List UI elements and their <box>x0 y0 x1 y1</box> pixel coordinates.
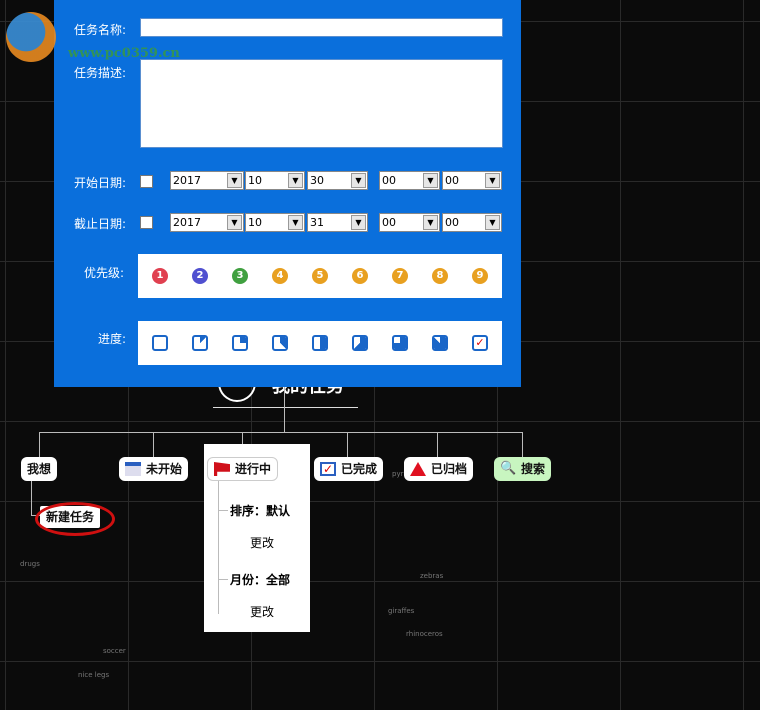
priority-option-2[interactable]: 2 <box>192 268 208 284</box>
start-year-select[interactable]: 2017 ▼ <box>170 171 244 190</box>
end-hour-select[interactable]: 00 ▼ <box>379 213 440 232</box>
end-minute-select[interactable]: 00 ▼ <box>442 213 502 232</box>
priority-option-7[interactable]: 7 <box>392 268 408 284</box>
month-label: 月份：全部 <box>230 573 291 587</box>
start-date-checkbox[interactable] <box>140 175 153 188</box>
progress-label: 进度: <box>98 332 127 346</box>
sort-change-link[interactable]: 更改 <box>250 534 274 551</box>
node-search[interactable]: 🔍 搜索 <box>494 457 552 481</box>
node-label: 我想 <box>27 462 52 476</box>
progress-option-6[interactable] <box>392 335 408 351</box>
calendar-icon <box>125 462 141 476</box>
node-label: 搜索 <box>521 462 546 476</box>
progress-option-4[interactable] <box>312 335 328 351</box>
priority-option-6[interactable]: 6 <box>352 268 368 284</box>
end-date-label: 截止日期: <box>74 217 127 231</box>
end-month-select[interactable]: 10 ▼ <box>245 213 305 232</box>
progress-option-7[interactable] <box>432 335 448 351</box>
chevron-down-icon: ▼ <box>423 215 438 230</box>
flag-icon <box>214 462 230 476</box>
map-label: nice legs <box>78 671 110 679</box>
select-value: 00 <box>382 216 396 229</box>
map-label: soccer <box>103 647 126 655</box>
watermark-text: www.pc0359.cn <box>68 46 180 61</box>
select-value: 30 <box>310 174 324 187</box>
node-in-progress[interactable]: 进行中 <box>207 457 279 481</box>
start-day-select[interactable]: 30 ▼ <box>307 171 368 190</box>
node-not-started[interactable]: 未开始 <box>119 457 189 481</box>
progress-picker: ✓ <box>138 321 502 365</box>
checkbox-checked-icon: ✓ <box>320 462 336 476</box>
chevron-down-icon: ▼ <box>227 215 242 230</box>
chevron-down-icon: ▼ <box>485 173 500 188</box>
node-wishlist[interactable]: 我想 <box>21 457 58 481</box>
map-label: rhinoceros <box>406 630 443 638</box>
node-archived[interactable]: 已归档 <box>404 457 474 481</box>
map-label: zebras <box>420 572 444 580</box>
priority-option-4[interactable]: 4 <box>272 268 288 284</box>
magnifier-icon: 🔍 <box>500 461 517 476</box>
select-value: 00 <box>445 216 459 229</box>
name-label: 任务名称: <box>74 23 127 37</box>
node-label: 进行中 <box>235 462 272 476</box>
priority-option-8[interactable]: 8 <box>432 268 448 284</box>
desc-label: 任务描述: <box>74 66 127 80</box>
end-date-checkbox[interactable] <box>140 216 153 229</box>
sort-label: 排序：默认 <box>230 504 291 518</box>
node-label: 已完成 <box>341 462 378 476</box>
map-label: drugs <box>20 560 40 568</box>
progress-option-8[interactable]: ✓ <box>472 335 488 351</box>
select-value: 10 <box>248 174 262 187</box>
priority-picker: 1 2 3 4 5 6 7 8 9 <box>138 254 502 298</box>
month-change-link[interactable]: 更改 <box>250 603 274 620</box>
start-month-select[interactable]: 10 ▼ <box>245 171 305 190</box>
progress-option-0[interactable] <box>152 335 168 351</box>
select-value: 00 <box>382 174 396 187</box>
chevron-down-icon: ▼ <box>423 173 438 188</box>
select-value: 10 <box>248 216 262 229</box>
priority-option-9[interactable]: 9 <box>472 268 488 284</box>
progress-option-1[interactable] <box>192 335 208 351</box>
start-hour-select[interactable]: 00 ▼ <box>379 171 440 190</box>
priority-label: 优先级: <box>84 266 125 280</box>
triangle-icon <box>410 462 426 476</box>
task-description-input[interactable] <box>140 59 503 148</box>
start-minute-select[interactable]: 00 ▼ <box>442 171 502 190</box>
end-day-select[interactable]: 31 ▼ <box>307 213 368 232</box>
select-value: 2017 <box>173 216 201 229</box>
progress-option-5[interactable] <box>352 335 368 351</box>
priority-option-5[interactable]: 5 <box>312 268 328 284</box>
node-label: 已归档 <box>431 462 468 476</box>
priority-option-1[interactable]: 1 <box>152 268 168 284</box>
task-name-input[interactable] <box>140 18 503 37</box>
map-label: giraffes <box>388 607 415 615</box>
node-label: 未开始 <box>146 462 183 476</box>
end-year-select[interactable]: 2017 ▼ <box>170 213 244 232</box>
progress-option-3[interactable] <box>272 335 288 351</box>
chevron-down-icon: ▼ <box>288 215 303 230</box>
chevron-down-icon: ▼ <box>351 173 366 188</box>
select-value: 00 <box>445 174 459 187</box>
chevron-down-icon: ▼ <box>351 215 366 230</box>
chevron-down-icon: ▼ <box>227 173 242 188</box>
start-date-label: 开始日期: <box>74 176 127 190</box>
watermark-logo <box>6 12 56 62</box>
priority-option-3[interactable]: 3 <box>232 268 248 284</box>
select-value: 2017 <box>173 174 201 187</box>
progress-option-2[interactable] <box>232 335 248 351</box>
node-completed[interactable]: ✓ 已完成 <box>314 457 384 481</box>
highlight-ellipse <box>35 502 115 536</box>
select-value: 31 <box>310 216 324 229</box>
chevron-down-icon: ▼ <box>485 215 500 230</box>
chevron-down-icon: ▼ <box>288 173 303 188</box>
